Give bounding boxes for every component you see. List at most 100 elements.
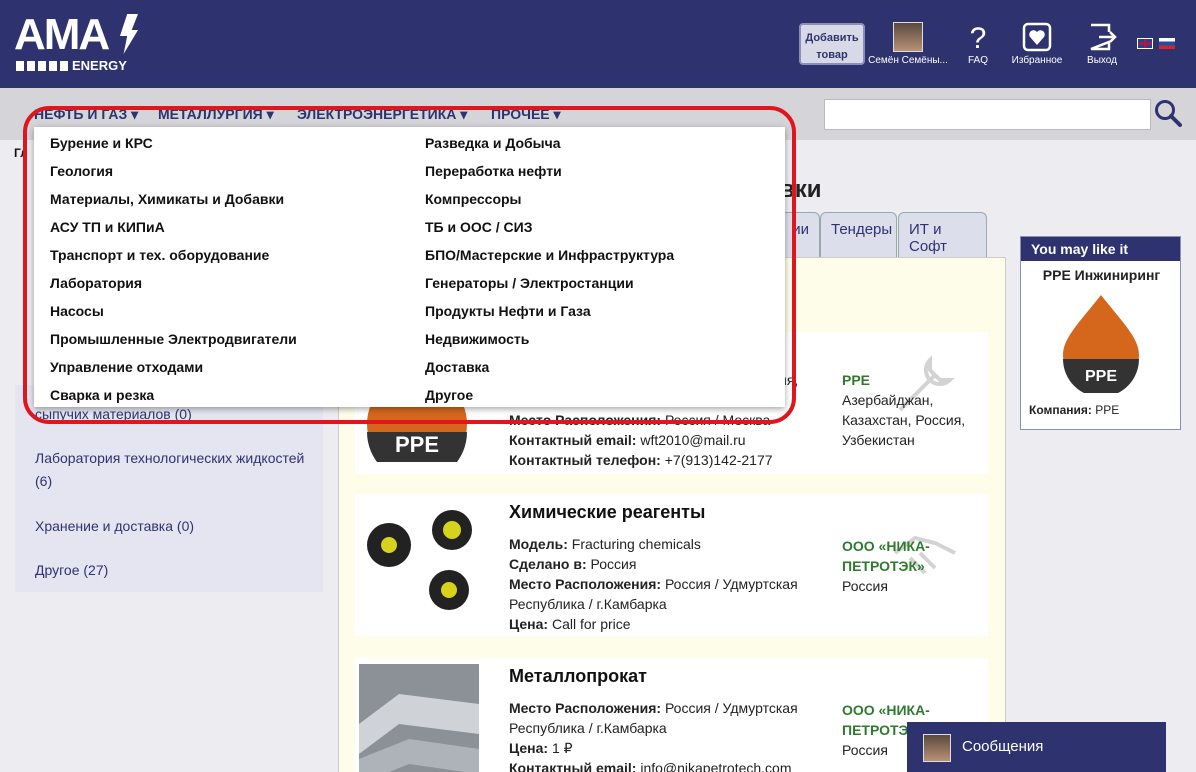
- logo-label: PPE: [395, 432, 439, 457]
- tab-it-software[interactable]: ИТ и Софт: [898, 212, 987, 258]
- menu-item[interactable]: Генераторы / Электростанции: [425, 275, 634, 291]
- tab-tenders[interactable]: Тендеры: [820, 212, 897, 258]
- company-link[interactable]: PPE: [842, 370, 972, 390]
- nav-other[interactable]: ПРОЧЕЕ ▾: [491, 106, 561, 123]
- menu-item[interactable]: Управление отходами: [50, 359, 203, 375]
- logout-link[interactable]: Выход: [1084, 22, 1120, 66]
- logout-icon: [1090, 23, 1117, 51]
- listing-card[interactable]: Металлопрокат Место Расположения: Россия…: [355, 658, 988, 772]
- field-label: Контактный email:: [509, 760, 637, 772]
- menu-item[interactable]: Насосы: [50, 303, 104, 319]
- menu-item[interactable]: Компрессоры: [425, 191, 522, 207]
- widget-header: You may like it: [1021, 237, 1180, 261]
- company-value: PPE: [1095, 403, 1120, 417]
- recommendation-widget[interactable]: You may like it PPE Инжиниринг PPE Компа…: [1020, 236, 1181, 430]
- sidebar-item[interactable]: Лаборатория технологических жидкостей (6…: [35, 447, 315, 493]
- menu-item[interactable]: Промышленные Электродвигатели: [50, 331, 297, 347]
- add-product-button[interactable]: Добавить товар: [799, 23, 865, 65]
- field-label: Место Расположения:: [509, 576, 662, 592]
- field-value: Россия: [590, 556, 637, 572]
- card-title[interactable]: Химические реагенты: [509, 502, 705, 523]
- field-label: Место Расположения:: [509, 700, 662, 716]
- location-field: Место Расположения: Россия / Удмуртская …: [509, 574, 809, 614]
- company-link[interactable]: ООО «НИКА-ПЕТРОТЭК»: [842, 536, 972, 576]
- messages-panel[interactable]: Сообщения: [907, 722, 1166, 772]
- logo-label: PPE: [1085, 368, 1117, 385]
- svg-text:?: ?: [970, 22, 987, 52]
- location-field: Место Расположения: Россия / Удмуртская …: [509, 698, 809, 738]
- category-sidebar: сыпучих материалов (0) Лаборатория техно…: [15, 385, 323, 592]
- field-label: Цена:: [509, 740, 549, 756]
- field-value: info@nikapetrotech.com: [640, 760, 792, 772]
- faq-link[interactable]: ? FAQ: [962, 22, 994, 66]
- sidebar-item[interactable]: Другое (27): [35, 559, 315, 582]
- oil-gas-dropdown-menu: Бурение и КРС Геология Материалы, Химика…: [34, 127, 785, 407]
- sidebar-item[interactable]: Хранение и доставка (0): [35, 515, 315, 538]
- user-profile[interactable]: Семён Семёны...: [867, 22, 949, 66]
- price-field: Цена: Call for price: [509, 614, 809, 634]
- nav-label: НЕФТЬ И ГАЗ: [34, 106, 128, 122]
- field-label: Место Расположения:: [509, 412, 662, 428]
- field-label: Контактный телефон:: [509, 452, 661, 468]
- menu-item[interactable]: ТБ и ООС / СИЗ: [425, 219, 533, 235]
- search-icon[interactable]: [1153, 98, 1183, 128]
- field-value: 1 ₽: [551, 740, 573, 756]
- ppe-logo-icon: PPE: [1063, 295, 1139, 393]
- menu-item[interactable]: Продукты Нефти и Газа: [425, 303, 591, 319]
- ru-flag-icon[interactable]: [1159, 38, 1175, 49]
- avatar: [923, 734, 951, 762]
- field-value: +7(913)142-2177: [664, 452, 773, 468]
- heart-icon: [1022, 22, 1052, 52]
- company-label: Компания:: [1029, 403, 1092, 417]
- field-label: Цена:: [509, 616, 549, 632]
- menu-item[interactable]: Геология: [50, 163, 113, 179]
- field-label: Модель:: [509, 536, 568, 552]
- menu-item[interactable]: Разведка и Добыча: [425, 135, 561, 151]
- nav-label: МЕТАЛЛУРГИЯ: [158, 106, 263, 122]
- menu-item[interactable]: Переработка нефти: [425, 163, 562, 179]
- messages-label: Сообщения: [962, 738, 1044, 755]
- language-switcher: [1137, 38, 1175, 49]
- made-in-field: Сделано в: Россия: [509, 554, 809, 574]
- card-title[interactable]: Металлопрокат: [509, 666, 647, 687]
- menu-item[interactable]: Бурение и КРС: [50, 135, 153, 151]
- widget-company: Компания: PPE: [1029, 403, 1119, 417]
- field-value: Call for price: [551, 616, 631, 632]
- price-field: Цена: 1 ₽: [509, 738, 809, 758]
- menu-item[interactable]: Лаборатория: [50, 275, 142, 291]
- breadcrumb[interactable]: Гл: [14, 146, 28, 160]
- menu-item[interactable]: Сварка и резка: [50, 387, 154, 403]
- field-value: Fracturing chemicals: [571, 536, 701, 552]
- question-icon: ?: [970, 22, 987, 52]
- favorites-link[interactable]: Избранное: [1009, 22, 1065, 66]
- nav-metallurgy[interactable]: МЕТАЛЛУРГИЯ ▾: [158, 106, 274, 123]
- listing-card[interactable]: Химические реагенты Модель: Fracturing c…: [355, 494, 988, 636]
- faq-label: FAQ: [967, 55, 988, 66]
- ama-energy-logo[interactable]: AMA ENERGY: [14, 10, 144, 76]
- menu-item[interactable]: Недвижимость: [425, 331, 529, 347]
- email-field: Контактный email: wft2010@mail.ru: [509, 430, 809, 450]
- location-field: Место Расположения: Россия / Москва: [509, 410, 809, 430]
- nav-power[interactable]: ЭЛЕКТРОЭНЕРГЕТИКА ▾: [297, 106, 467, 123]
- logo-bar: [16, 61, 70, 71]
- tab-label: ии: [792, 221, 809, 238]
- field-label: Сделано в:: [509, 556, 587, 572]
- menu-item[interactable]: Материалы, Химикаты и Добавки: [50, 191, 284, 207]
- uk-flag-icon[interactable]: [1137, 38, 1153, 49]
- logo-text: AMA: [14, 10, 110, 59]
- widget-title[interactable]: PPE Инжиниринг: [1021, 267, 1182, 283]
- search-input[interactable]: [824, 99, 1151, 130]
- menu-item[interactable]: Другое: [425, 387, 473, 403]
- metal-rolling-image: [359, 664, 479, 772]
- nav-label: ПРОЧЕЕ: [491, 106, 550, 122]
- logo-subtext: ENERGY: [72, 58, 127, 73]
- field-value: Россия / Москва: [664, 412, 771, 428]
- menu-item[interactable]: Транспорт и тех. оборудование: [50, 247, 269, 263]
- countries: Азербайджан, Казахстан, Россия, Узбекист…: [842, 392, 966, 448]
- menu-item[interactable]: Доставка: [425, 359, 489, 375]
- menu-item[interactable]: БПО/Мастерские и Инфраструктура: [425, 247, 674, 263]
- field-value: wft2010@mail.ru: [640, 432, 746, 448]
- model-field: Модель: Fracturing chemicals: [509, 534, 809, 554]
- menu-item[interactable]: АСУ ТП и КИПиА: [50, 219, 165, 235]
- nav-oil-gas[interactable]: НЕФТЬ И ГАЗ ▾: [34, 106, 138, 123]
